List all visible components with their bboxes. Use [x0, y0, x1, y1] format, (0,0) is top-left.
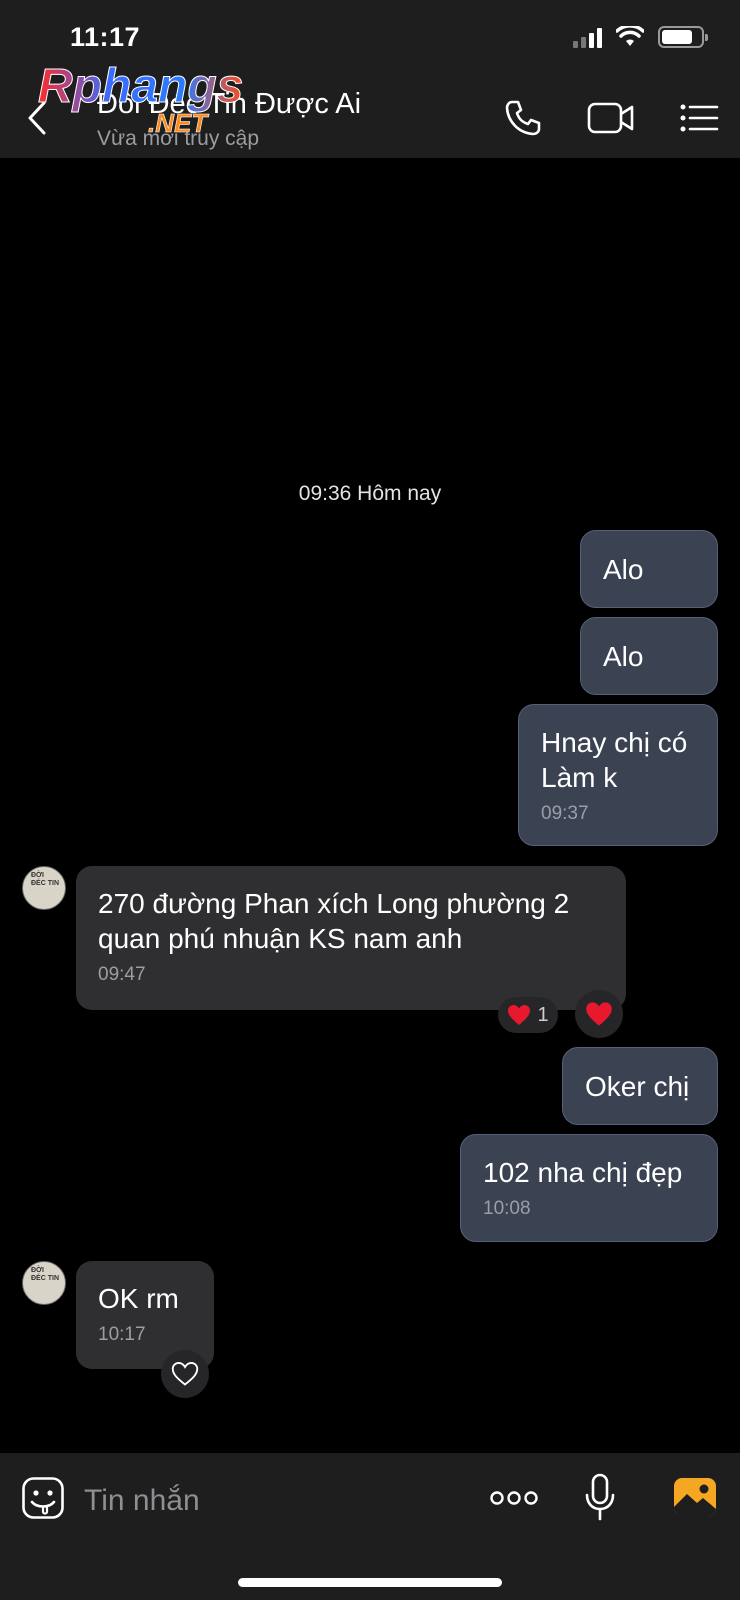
message-text: Alo: [603, 641, 644, 672]
reaction-summary[interactable]: 1: [498, 997, 558, 1033]
more-button[interactable]: [488, 1478, 540, 1518]
message-text: 102 nha chị đẹp: [483, 1157, 683, 1188]
message-bubble-outgoing[interactable]: Hnay chị có Làm k 09:37: [518, 704, 718, 846]
message-time: 10:08: [483, 1198, 531, 1219]
more-icon: [490, 1491, 538, 1505]
react-button[interactable]: [161, 1350, 209, 1398]
gallery-icon: [674, 1478, 716, 1516]
message-bubble-outgoing[interactable]: Oker chị: [562, 1047, 718, 1125]
call-button[interactable]: [500, 96, 546, 140]
home-indicator[interactable]: [238, 1578, 502, 1587]
heart-icon: [586, 1002, 612, 1026]
mic-icon: [585, 1473, 615, 1521]
status-indicators: [573, 26, 708, 48]
contact-name[interactable]: Đôi Đéc Tin Được Ai: [97, 88, 361, 121]
heart-outline-icon: [171, 1361, 199, 1386]
video-call-button[interactable]: [586, 96, 636, 140]
message-text: Oker chị: [585, 1071, 690, 1102]
cellular-signal-icon: [573, 26, 602, 48]
message-time: 09:37: [541, 803, 589, 824]
sticker-icon: [22, 1477, 64, 1519]
message-bubble-outgoing[interactable]: Alo: [580, 617, 718, 695]
sticker-button[interactable]: [20, 1475, 66, 1521]
reaction-count: 1: [537, 1003, 549, 1026]
message-bubble-incoming[interactable]: 270 đường Phan xích Long phường 2 quan p…: [76, 866, 626, 1010]
menu-button[interactable]: [678, 96, 720, 140]
menu-list-icon: [680, 104, 719, 132]
message-text: 270 đường Phan xích Long phường 2 quan p…: [98, 888, 570, 954]
react-button[interactable]: [575, 990, 623, 1038]
video-call-icon: [587, 102, 634, 134]
heart-icon: [508, 1005, 531, 1025]
message-time: 09:47: [98, 964, 146, 985]
avatar[interactable]: ĐỜI ĐÉC TIN: [22, 866, 66, 910]
voice-button[interactable]: [582, 1471, 618, 1525]
message-bubble-outgoing[interactable]: Alo: [580, 530, 718, 608]
message-bubble-outgoing[interactable]: 102 nha chị đẹp 10:08: [460, 1134, 718, 1242]
contact-status: Vừa mới truy cập: [97, 127, 260, 150]
phone-icon: [505, 100, 541, 136]
chat-header: 11:17 Đôi Đéc Tin Được Ai Vừa mới truy c…: [0, 0, 740, 158]
back-icon: [28, 101, 46, 135]
message-text: Hnay chị có Làm k: [541, 727, 688, 793]
battery-icon: [658, 26, 708, 48]
back-button[interactable]: [22, 96, 52, 140]
message-time: 10:17: [98, 1324, 146, 1345]
message-text: Alo: [603, 554, 644, 585]
status-time: 11:17: [70, 22, 141, 52]
avatar[interactable]: ĐỜI ĐÉC TIN: [22, 1261, 66, 1305]
message-text: OK rm: [98, 1283, 179, 1314]
wifi-icon: [616, 26, 644, 46]
time-divider: 09:36 Hôm nay: [298, 482, 442, 505]
message-input[interactable]: Tin nhắn: [84, 1473, 464, 1529]
gallery-button[interactable]: [672, 1475, 718, 1519]
